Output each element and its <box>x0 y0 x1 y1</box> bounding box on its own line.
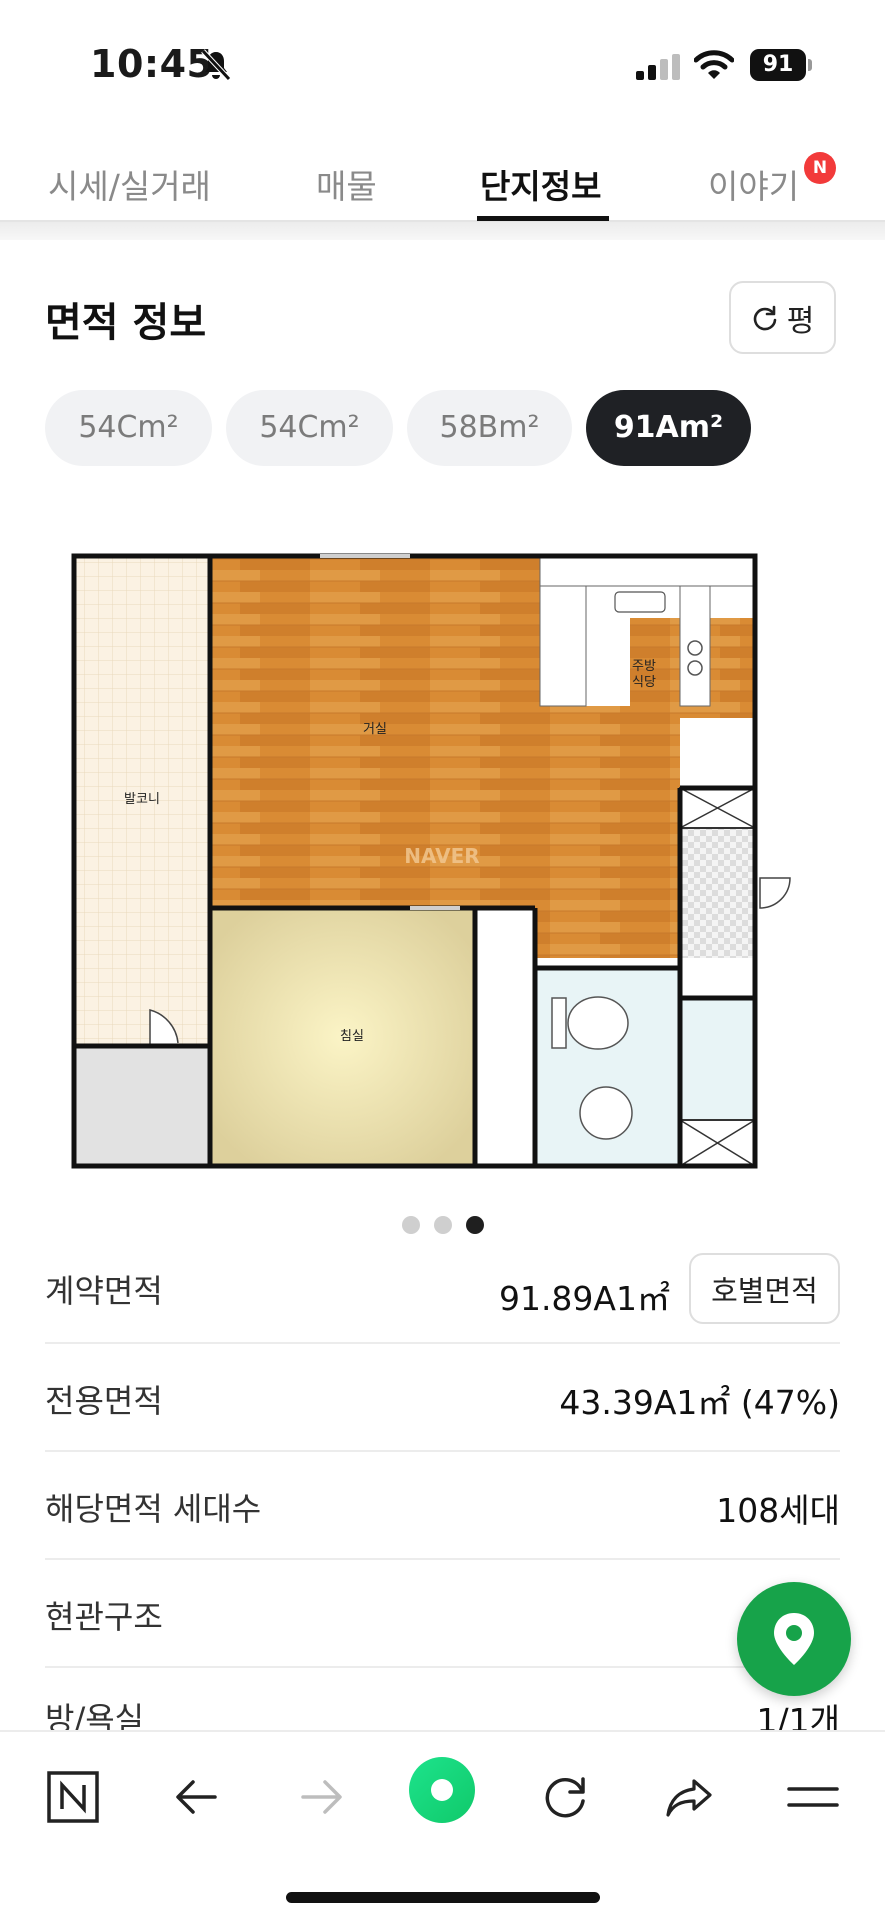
map-location-button[interactable] <box>737 1582 851 1696</box>
pager-dot-3[interactable] <box>466 1216 484 1234</box>
wifi-icon <box>694 50 734 79</box>
status-time: 10:45 <box>90 42 214 86</box>
battery-cap <box>808 59 812 71</box>
contract-area-label: 계약면적 <box>45 1272 163 1310</box>
entrance-area <box>680 828 755 958</box>
tab-bar: 시세/실거래 매물 단지정보 이야기 N <box>0 140 885 222</box>
status-bar: 10:45 91 <box>0 0 885 130</box>
info-row-entrance-type: 현관구조 <box>45 1560 840 1668</box>
tab-divider <box>0 222 885 240</box>
contract-area-value: 91.89A1㎡ <box>498 1279 670 1318</box>
naver-n-icon <box>47 1771 99 1823</box>
room-label-balcony: 발코니 <box>124 792 160 807</box>
entrance-type-label: 현관구조 <box>45 1598 163 1636</box>
exclusive-area-label: 전용면적 <box>45 1382 163 1420</box>
active-tab-indicator <box>477 216 609 221</box>
room-label-bedroom: 침실 <box>340 1029 364 1044</box>
tab-price-history[interactable]: 시세/실거래 <box>48 160 211 208</box>
utility-area <box>74 1046 210 1166</box>
area-chip-54c-2[interactable]: 54Cm² <box>226 390 393 466</box>
refresh-button[interactable] <box>530 1762 600 1832</box>
browser-toolbar <box>0 1730 885 1920</box>
new-badge: N <box>804 152 836 184</box>
area-chip-58b[interactable]: 58Bm² <box>407 390 572 466</box>
room-label-kitchen-1: 주방 <box>632 659 656 674</box>
refresh-icon <box>753 305 776 330</box>
households-label: 해당면적 세대수 <box>45 1490 262 1528</box>
naver-watermark: NAVER <box>404 844 479 868</box>
battery-indicator: 91 <box>750 49 812 81</box>
tab-listings[interactable]: 매물 <box>316 160 377 208</box>
arrow-right-icon <box>301 1780 342 1814</box>
arrow-left-icon <box>176 1780 217 1814</box>
signal-icon <box>636 54 680 80</box>
unit-toggle-label: 평 <box>786 303 815 339</box>
tab-stories[interactable]: 이야기 <box>708 160 799 208</box>
forward-button[interactable] <box>286 1762 356 1832</box>
hamburger-menu-icon <box>787 1787 839 1807</box>
area-chip-54c-1[interactable]: 54Cm² <box>45 390 212 466</box>
households-value: 108세대 <box>716 1491 840 1530</box>
refresh-icon <box>545 1777 585 1818</box>
exclusive-area-value: 43.39A1㎡ (47%) <box>559 1383 840 1422</box>
green-dot-button[interactable] <box>408 1756 476 1824</box>
info-row-exclusive-area: 전용면적 43.39A1㎡ (47%) <box>45 1344 840 1452</box>
bell-muted-icon <box>201 49 231 81</box>
tab-complex-info[interactable]: 단지정보 <box>480 160 601 208</box>
naver-home-button[interactable] <box>38 1762 108 1832</box>
home-indicator <box>286 1892 600 1903</box>
image-pager <box>402 1216 492 1234</box>
back-button[interactable] <box>162 1762 232 1832</box>
green-dot-icon <box>409 1757 475 1823</box>
room-label-kitchen-2: 식당 <box>632 675 656 690</box>
share-button[interactable] <box>654 1762 724 1832</box>
map-pin-icon <box>774 1613 814 1665</box>
menu-button[interactable] <box>778 1762 848 1832</box>
share-arrow-icon <box>666 1779 712 1817</box>
info-row-households: 해당면적 세대수 108세대 <box>45 1452 840 1560</box>
unit-area-detail-button[interactable]: 호별면적 <box>689 1253 840 1324</box>
pager-dot-1[interactable] <box>402 1216 420 1234</box>
unit-toggle-button[interactable]: 평 <box>729 281 836 354</box>
battery-level: 91 <box>750 49 806 81</box>
pager-dot-2[interactable] <box>434 1216 452 1234</box>
floor-plan-image[interactable]: 발코니 거실 주방 식당 침실 NAVER <box>70 548 820 1178</box>
area-chip-91a[interactable]: 91Am² <box>586 390 751 466</box>
section-title: 면적 정보 <box>45 300 207 346</box>
room-label-living: 거실 <box>363 722 387 737</box>
